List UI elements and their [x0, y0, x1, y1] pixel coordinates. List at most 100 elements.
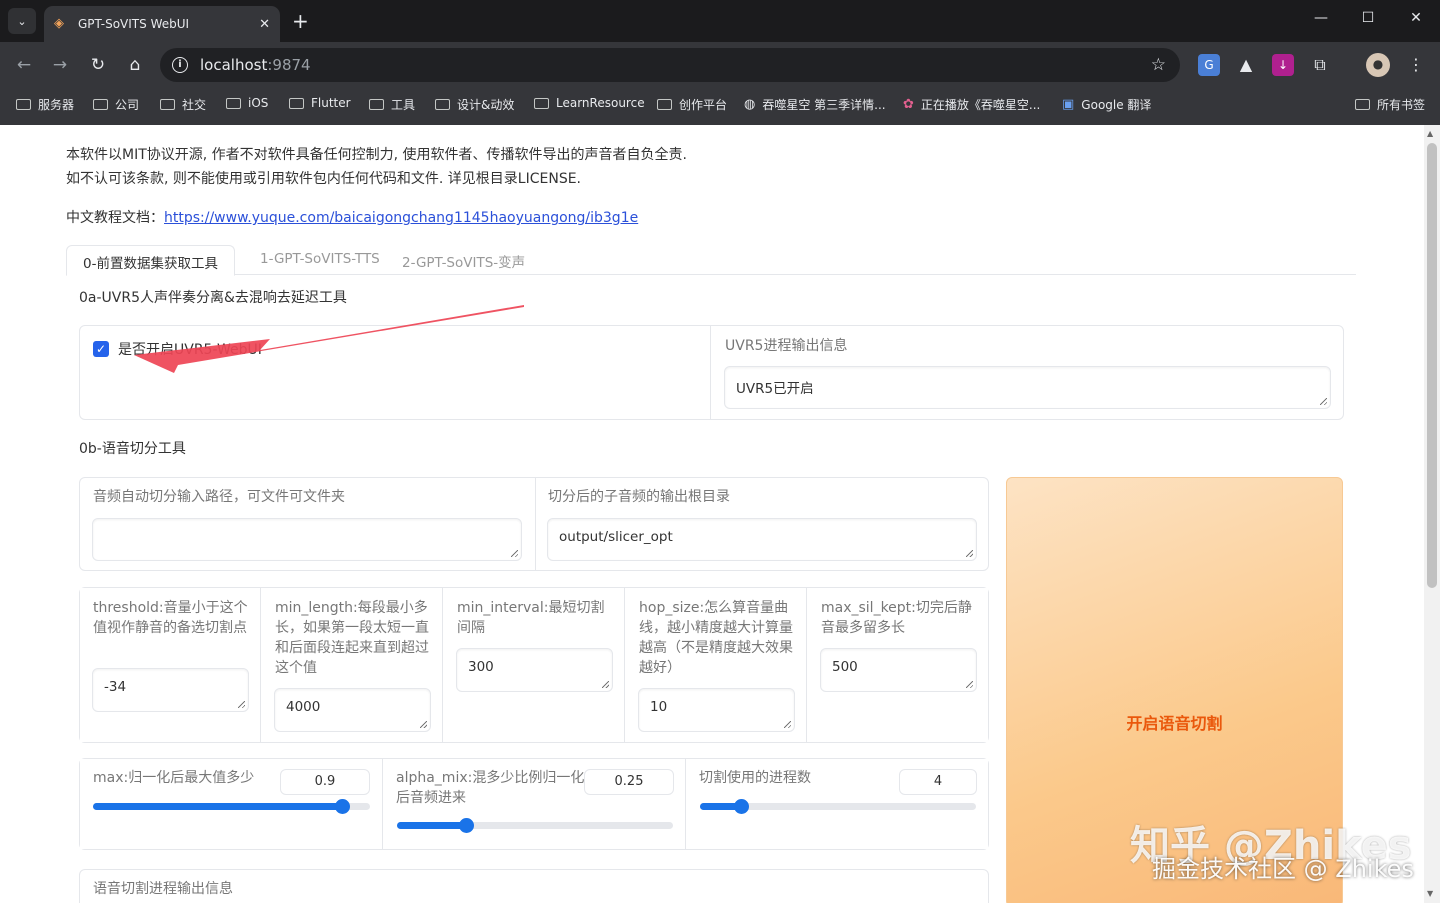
google-translate-icon: ▣	[1062, 97, 1075, 112]
slider-handle[interactable]	[734, 799, 749, 814]
max-slider[interactable]	[93, 799, 370, 814]
site-info-icon[interactable]: i	[172, 57, 188, 73]
threshold-textbox[interactable]: -34	[92, 668, 249, 712]
slicer-sliders-panel: max:归一化后最大值多少 0.9 alpha_mix:混多少比例归一化后音频进…	[79, 758, 989, 850]
uvr-output-textbox[interactable]: UVR5已开启	[724, 366, 1331, 409]
google-translate-extension-icon[interactable]: G	[1198, 54, 1220, 76]
bookmark-folder[interactable]: iOS	[226, 96, 268, 110]
tab-tts[interactable]: 1-GPT-SoVITS-TTS	[244, 245, 396, 276]
maximize-icon[interactable]: ☐	[1353, 10, 1383, 32]
folder-icon	[369, 99, 384, 110]
license-line-2: 如不认可该条款, 则不能使用或引用软件包内任何代码和文件. 详见根目录LICEN…	[66, 171, 582, 187]
download-extension-icon[interactable]: ↓	[1272, 54, 1294, 76]
alpha-mix-number-input[interactable]: 0.25	[584, 769, 674, 795]
bookmark-link[interactable]: ▣ Google 翻译	[1062, 96, 1151, 113]
min-length-cell: min_length:每段最小多长，如果第一段太短一直和后面段连起来直到超过这个…	[262, 588, 443, 742]
tab-search-icon[interactable]: ⌄	[8, 8, 36, 34]
url-host: localhost	[200, 56, 268, 74]
folder-icon	[657, 99, 672, 110]
output-dir-label: 切分后的子音频的输出根目录	[548, 489, 730, 505]
min-interval-label: min_interval:最短切割间隔	[457, 600, 605, 636]
watermark-juejin: 掘金技术社区 @ Zhikes	[1152, 855, 1414, 883]
uvr-output-label: UVR5进程输出信息	[725, 338, 848, 354]
input-path-textbox[interactable]	[92, 518, 522, 561]
bookmark-folder[interactable]: Flutter	[289, 96, 351, 110]
main-tabs: 0-前置数据集获取工具 1-GPT-SoVITS-TTS 2-GPT-SoVIT…	[66, 245, 1356, 276]
folder-icon	[93, 99, 108, 110]
profile-avatar[interactable]: ●	[1366, 53, 1390, 77]
scroll-down-icon[interactable]: ▼	[1427, 889, 1433, 898]
input-path-label: 音频自动切分输入路径，可文件可文件夹	[93, 489, 345, 505]
process-count-slider-cell: 切割使用的进程数 4	[687, 759, 988, 849]
folder-icon	[16, 99, 31, 110]
all-bookmarks[interactable]: 所有书签	[1355, 96, 1425, 113]
license-line-1: 本软件以MIT协议开源, 作者不对软件具备任何控制力, 使用软件者、传播软件导出…	[66, 147, 688, 163]
bookmark-folder[interactable]: 公司	[93, 96, 139, 113]
max-number-input[interactable]: 0.9	[280, 769, 370, 795]
page-scrollbar[interactable]: ▲ ▼	[1424, 125, 1440, 903]
hop-size-cell: hop_size:怎么算音量曲线，越小精度越大计算量越高（不是精度越大效果越好）…	[626, 588, 807, 742]
min-interval-textbox[interactable]: 300	[456, 648, 613, 692]
reload-icon[interactable]: ↻	[86, 53, 110, 77]
process-count-label: 切割使用的进程数	[699, 770, 811, 786]
slicer-progress-panel: 语音切割进程输出信息	[79, 869, 989, 903]
back-icon[interactable]: ←	[12, 53, 36, 77]
bookmark-link[interactable]: ✿ 正在播放《吞噬星空...	[903, 96, 1040, 113]
browser-tab[interactable]: ◈ GPT-SoVITS WebUI ✕	[44, 6, 280, 42]
threshold-label: threshold:音量小于这个值视作静音的备选切割点	[93, 600, 248, 636]
max-sil-kept-cell: max_sil_kept:切完后静音最多留多长 500	[808, 588, 988, 742]
scrollbar-thumb[interactable]	[1427, 143, 1437, 588]
bookmarks-bar: 服务器 公司 社交 iOS Flutter 工具 设计&动效 LearnReso…	[0, 88, 1440, 125]
hop-size-label: hop_size:怎么算音量曲线，越小精度越大计算量越高（不是精度越大效果越好）	[639, 600, 793, 676]
tab-voice-change[interactable]: 2-GPT-SoVITS-变声	[386, 245, 541, 276]
start-slicing-label: 开启语音切割	[1126, 714, 1223, 733]
extensions-puzzle-icon[interactable]: ⧉	[1309, 54, 1331, 76]
doc-row: 中文教程文档：https://www.yuque.com/baicaigongc…	[66, 207, 638, 227]
bookmark-link[interactable]: ◍ 吞噬星空 第三季详情...	[744, 96, 886, 113]
process-count-slider[interactable]	[700, 799, 976, 814]
min-length-textbox[interactable]: 4000	[274, 688, 431, 732]
bookmark-folder[interactable]: 社交	[160, 96, 206, 113]
bookmark-folder[interactable]: 工具	[369, 96, 415, 113]
bookmark-folder[interactable]: 服务器	[16, 96, 74, 113]
output-dir-textbox[interactable]: output/slicer_opt	[547, 518, 977, 561]
close-window-icon[interactable]: ✕	[1401, 10, 1431, 32]
doc-link[interactable]: https://www.yuque.com/baicaigongchang114…	[164, 210, 638, 226]
slicer-section-title: 0b-语音切分工具	[79, 441, 186, 457]
tab-dataset-tools[interactable]: 0-前置数据集获取工具	[66, 245, 235, 276]
tab-strip: ⌄ ◈ GPT-SoVITS WebUI ✕ + — ☐ ✕	[0, 0, 1440, 42]
minimize-icon[interactable]: —	[1306, 10, 1336, 32]
alpha-mix-slider-label: alpha_mix:混多少比例归一化后音频进来	[396, 770, 585, 806]
slider-handle[interactable]	[335, 799, 350, 814]
annotation-arrow	[134, 305, 524, 373]
alpha-mix-slider[interactable]	[397, 818, 673, 833]
bookmark-star-icon[interactable]: ☆	[1151, 55, 1166, 75]
slider-handle[interactable]	[459, 818, 474, 833]
scroll-up-icon[interactable]: ▲	[1427, 129, 1433, 138]
slicer-path-panel: 音频自动切分输入路径，可文件可文件夹 切分后的子音频的输出根目录 output/…	[79, 477, 989, 571]
divider	[710, 326, 711, 419]
close-tab-icon[interactable]: ✕	[259, 17, 270, 32]
home-icon[interactable]: ⌂	[123, 53, 147, 77]
hop-size-textbox[interactable]: 10	[638, 688, 795, 732]
max-slider-label: max:归一化后最大值多少	[93, 770, 255, 786]
process-count-number-input[interactable]: 4	[899, 769, 977, 795]
alpha-mix-slider-cell: alpha_mix:混多少比例归一化后音频进来 0.25	[384, 759, 686, 849]
new-tab-icon[interactable]: +	[292, 9, 309, 33]
folder-icon	[534, 97, 549, 109]
max-sil-kept-textbox[interactable]: 500	[820, 648, 977, 692]
bookmark-folder[interactable]: LearnResource	[534, 96, 645, 110]
folder-icon	[1355, 99, 1370, 110]
tab-title: GPT-SoVITS WebUI	[78, 17, 190, 31]
forward-icon[interactable]: →	[48, 53, 72, 77]
address-bar[interactable]: i localhost:9874 ☆	[160, 48, 1180, 82]
page-content: 本软件以MIT协议开源, 作者不对软件具备任何控制力, 使用软件者、传播软件导出…	[0, 125, 1424, 903]
doc-label: 中文教程文档：	[66, 210, 164, 226]
bookmark-folder[interactable]: 创作平台	[657, 96, 727, 113]
url-port: :9874	[267, 56, 311, 74]
bookmark-folder[interactable]: 设计&动效	[435, 96, 514, 113]
max-sil-kept-label: max_sil_kept:切完后静音最多留多长	[821, 600, 972, 636]
menu-kebab-icon[interactable]: ⋮	[1405, 54, 1427, 76]
extension-triangle-icon[interactable]: ▲	[1235, 54, 1257, 76]
uvr-checkbox[interactable]: ✓	[93, 341, 109, 357]
